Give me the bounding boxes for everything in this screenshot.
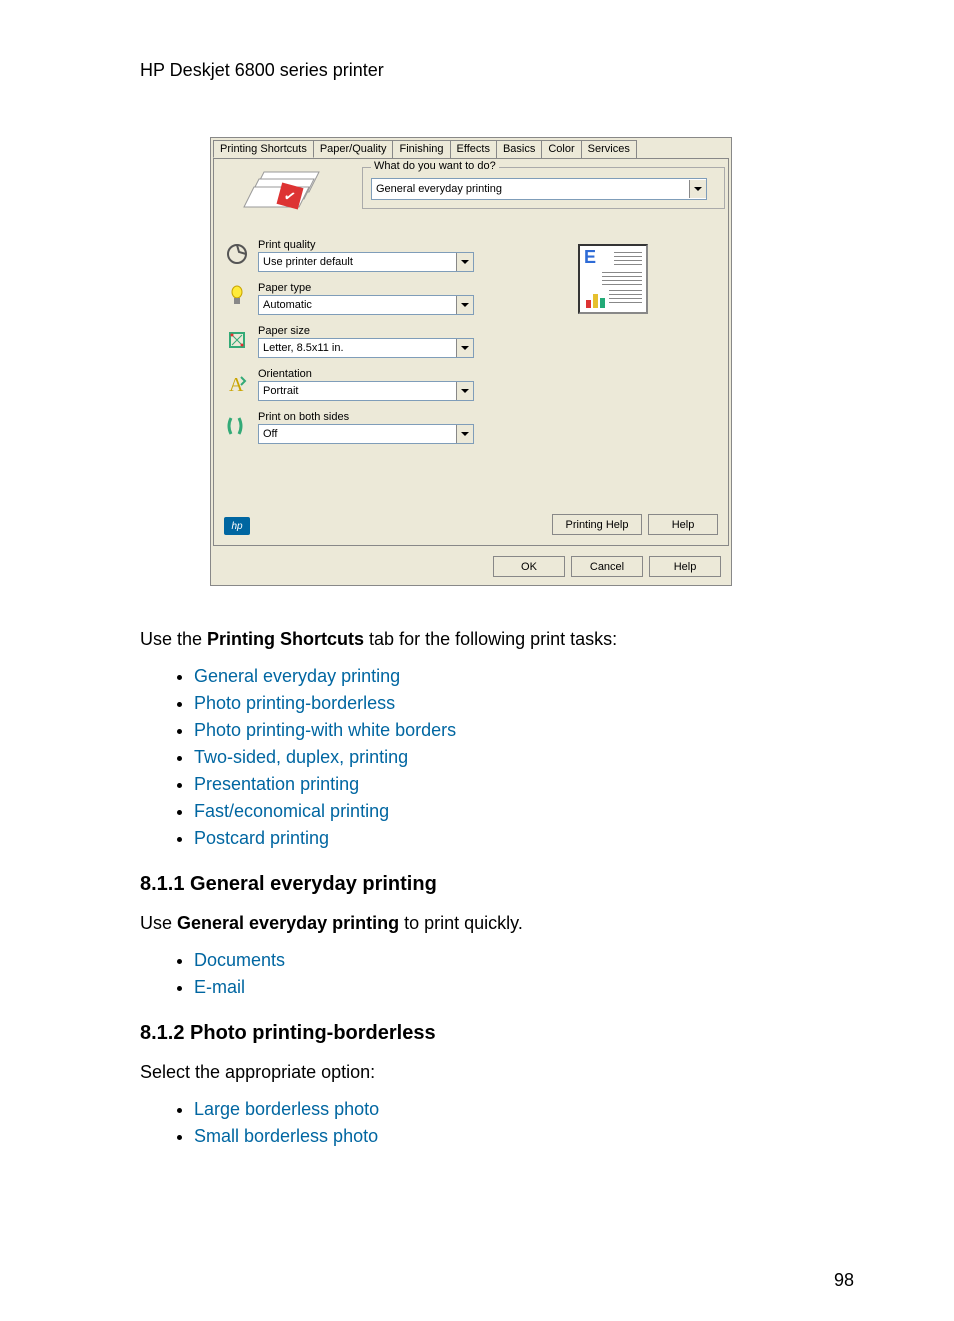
shortcut-graphic-icon: ✓ <box>224 167 344 227</box>
link-two-sided[interactable]: Two-sided, duplex, printing <box>194 747 408 767</box>
printing-help-button[interactable]: Printing Help <box>552 514 642 535</box>
orientation-label: Orientation <box>258 368 474 380</box>
link-email[interactable]: E-mail <box>194 977 245 997</box>
link-presentation[interactable]: Presentation printing <box>194 774 359 794</box>
chevron-down-icon <box>456 382 473 400</box>
sec811-text: Use General everyday printing to print q… <box>140 910 854 936</box>
print-quality-icon <box>222 239 252 269</box>
group-label: What do you want to do? <box>371 160 499 172</box>
intro-text: Use the Printing Shortcuts tab for the f… <box>140 626 854 652</box>
intro-bold: Printing Shortcuts <box>207 629 364 649</box>
sec811-pre: Use <box>140 913 177 933</box>
paper-size-icon <box>222 325 252 355</box>
link-documents[interactable]: Documents <box>194 950 285 970</box>
print-quality-select[interactable]: Use printer default <box>258 252 474 272</box>
chevron-down-icon <box>456 296 473 314</box>
chevron-down-icon <box>456 425 473 443</box>
paper-type-label: Paper type <box>258 282 474 294</box>
orientation-value: Portrait <box>263 385 298 397</box>
chevron-down-icon <box>456 253 473 271</box>
sec811-post: to print quickly. <box>399 913 523 933</box>
tab-paper-quality[interactable]: Paper/Quality <box>313 140 394 158</box>
intro-post: tab for the following print tasks: <box>364 629 617 649</box>
what-do-you-want-group: What do you want to do? General everyday… <box>362 167 725 209</box>
paper-size-value: Letter, 8.5x11 in. <box>263 342 344 354</box>
tab-color[interactable]: Color <box>541 140 581 158</box>
task-links-list: General everyday printing Photo printing… <box>140 666 854 849</box>
tab-bar: Printing Shortcuts Paper/Quality Finishi… <box>211 138 731 158</box>
sec812-text: Select the appropriate option: <box>140 1059 854 1085</box>
sec811-links: Documents E-mail <box>140 950 854 998</box>
tab-effects[interactable]: Effects <box>450 140 497 158</box>
sec811-bold: General everyday printing <box>177 913 399 933</box>
task-select-value: General everyday printing <box>376 183 502 195</box>
link-general-everyday[interactable]: General everyday printing <box>194 666 400 686</box>
paper-size-select[interactable]: Letter, 8.5x11 in. <box>258 338 474 358</box>
heading-811: 8.1.1 General everyday printing <box>140 873 854 896</box>
duplex-label: Print on both sides <box>258 411 474 423</box>
orientation-icon: A <box>222 368 252 398</box>
task-select[interactable]: General everyday printing <box>371 178 707 200</box>
page-preview-icon: E <box>578 244 648 314</box>
heading-812: 8.1.2 Photo printing-borderless <box>140 1022 854 1045</box>
chevron-down-icon <box>456 339 473 357</box>
link-large-borderless[interactable]: Large borderless photo <box>194 1099 379 1119</box>
tab-panel: ✓ What do you want to do? General everyd… <box>213 158 729 546</box>
help-button[interactable]: Help <box>649 556 721 577</box>
paper-type-icon <box>222 282 252 312</box>
paper-size-label: Paper size <box>258 325 474 337</box>
link-fast-economical[interactable]: Fast/economical printing <box>194 801 389 821</box>
tab-services[interactable]: Services <box>581 140 637 158</box>
cancel-button[interactable]: Cancel <box>571 556 643 577</box>
ok-button[interactable]: OK <box>493 556 565 577</box>
chevron-down-icon <box>689 180 706 198</box>
intro-pre: Use the <box>140 629 207 649</box>
paper-type-select[interactable]: Automatic <box>258 295 474 315</box>
duplex-icon <box>222 411 252 441</box>
tab-finishing[interactable]: Finishing <box>392 140 450 158</box>
tab-printing-shortcuts[interactable]: Printing Shortcuts <box>213 140 314 158</box>
dialog-button-bar: OK Cancel Help <box>211 548 731 585</box>
document-header: HP Deskjet 6800 series printer <box>140 60 854 81</box>
link-photo-borderless[interactable]: Photo printing-borderless <box>194 693 395 713</box>
paper-type-value: Automatic <box>263 299 312 311</box>
print-quality-label: Print quality <box>258 239 474 251</box>
orientation-select[interactable]: Portrait <box>258 381 474 401</box>
tab-basics[interactable]: Basics <box>496 140 542 158</box>
page-number: 98 <box>834 1270 854 1291</box>
duplex-value: Off <box>263 428 277 440</box>
link-small-borderless[interactable]: Small borderless photo <box>194 1126 378 1146</box>
print-quality-value: Use printer default <box>263 256 353 268</box>
print-dialog-screenshot: Printing Shortcuts Paper/Quality Finishi… <box>210 137 732 586</box>
link-postcard[interactable]: Postcard printing <box>194 828 329 848</box>
link-photo-white-borders[interactable]: Photo printing-with white borders <box>194 720 456 740</box>
sec812-links: Large borderless photo Small borderless … <box>140 1099 854 1147</box>
duplex-select[interactable]: Off <box>258 424 474 444</box>
panel-help-button[interactable]: Help <box>648 514 718 535</box>
hp-logo-icon: hp <box>224 517 250 535</box>
